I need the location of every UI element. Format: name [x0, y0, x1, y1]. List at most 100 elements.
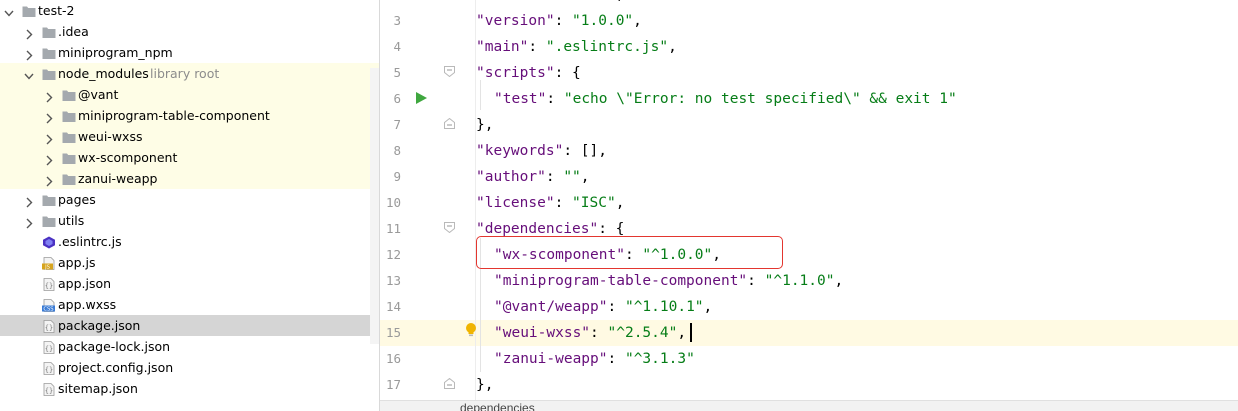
- tree-item-app-wxss[interactable]: CSS app.wxss: [0, 294, 380, 315]
- tree-item-label: node_modules: [58, 66, 149, 81]
- json-punctuation: },: [476, 377, 494, 393]
- tree-item-idea[interactable]: .idea: [0, 21, 380, 42]
- indent-guide: [480, 80, 481, 110]
- line-number: 8: [393, 143, 401, 158]
- tree-item-vant[interactable]: @vant: [0, 84, 380, 105]
- json-punctuation: ,: [703, 299, 713, 315]
- code-line[interactable]: "zanui-weapp": "^3.1.3": [494, 346, 695, 372]
- json-key: "test": [494, 91, 547, 107]
- code-line[interactable]: "version": "1.0.0",: [476, 8, 642, 34]
- tree-item-sitemap-json[interactable]: {} sitemap.json: [0, 378, 380, 399]
- json-key: "zanui-weapp": [494, 351, 608, 367]
- tree-item-zanui-weapp[interactable]: zanui-weapp: [0, 168, 380, 189]
- json-string: "1.0.0": [572, 13, 634, 29]
- json-punctuation: : {: [598, 221, 625, 237]
- code-line[interactable]: },: [476, 112, 493, 138]
- chevron-right-icon[interactable]: [24, 194, 34, 208]
- folder-icon: [62, 88, 76, 101]
- svg-text:{}: {}: [45, 282, 53, 290]
- fold-close-icon[interactable]: [444, 377, 455, 389]
- line-number: 16: [385, 351, 401, 366]
- breadcrumb-bar: dependencies: [380, 400, 1238, 411]
- code-line[interactable]: "author": "",: [476, 164, 590, 190]
- tree-item-node-modules[interactable]: node_modules library root: [0, 63, 380, 84]
- breadcrumb-dependencies[interactable]: dependencies: [460, 401, 535, 411]
- folder-icon: [42, 214, 56, 227]
- line-number: 3: [393, 13, 401, 28]
- line-number: 17: [385, 377, 401, 392]
- tree-item-miniprogram-npm[interactable]: miniprogram_npm: [0, 42, 380, 63]
- line-number: 12: [385, 247, 401, 262]
- code-line[interactable]: "weui-wxss": "^2.5.4",: [494, 320, 686, 346]
- json-string: "^1.10.1": [624, 299, 704, 315]
- chevron-right-icon[interactable]: [44, 152, 54, 166]
- tree-item-label: project.config.json: [58, 360, 174, 375]
- lightbulb-icon[interactable]: [465, 322, 477, 338]
- json-punctuation: :: [528, 39, 546, 55]
- chevron-right-icon[interactable]: [44, 110, 54, 124]
- code-line[interactable]: },: [476, 372, 493, 398]
- tree-item-app-js[interactable]: JS app.js: [0, 252, 380, 273]
- tree-item-label: sitemap.json: [58, 381, 138, 396]
- json-punctuation: :: [607, 351, 625, 367]
- fold-open-icon[interactable]: [444, 66, 455, 78]
- tree-item-label: weui-wxss: [78, 129, 143, 144]
- svg-text:JS: JS: [44, 264, 50, 270]
- json-key: "keywords": [476, 143, 564, 159]
- json-file-icon: {}: [42, 382, 56, 396]
- tree-item-utils[interactable]: utils: [0, 210, 380, 231]
- json-key: "version": [476, 13, 555, 29]
- json-file-icon: {}: [42, 277, 56, 291]
- json-file-icon: {}: [42, 361, 56, 375]
- svg-text:{}: {}: [45, 387, 53, 395]
- code-line[interactable]: "license": "ISC",: [476, 190, 624, 216]
- tree-item-miniprogram-table-component[interactable]: miniprogram-table-component: [0, 105, 380, 126]
- json-punctuation: :: [747, 273, 765, 289]
- folder-icon: [42, 46, 56, 59]
- tree-item-package-json[interactable]: {} package.json: [0, 315, 380, 336]
- tree-item-label: utils: [58, 213, 85, 228]
- tree-item-eslintrc-js[interactable]: .eslintrc.js: [0, 231, 380, 252]
- chevron-right-icon[interactable]: [44, 131, 54, 145]
- tree-item-test-2[interactable]: test-2: [0, 0, 380, 21]
- css-file-icon: CSS: [42, 298, 56, 312]
- json-string: "^1.1.0": [764, 273, 835, 289]
- tree-item-app-json[interactable]: {} app.json: [0, 273, 380, 294]
- highlight-annotation-box: [476, 236, 783, 269]
- fold-open-icon[interactable]: [444, 222, 455, 234]
- folder-icon: [62, 130, 76, 143]
- chevron-right-icon[interactable]: [24, 26, 34, 40]
- json-punctuation: : [],: [563, 143, 607, 159]
- folder-icon: [62, 151, 76, 164]
- json-string: "^2.5.4": [607, 325, 678, 341]
- code-line[interactable]: "scripts": {: [476, 60, 581, 86]
- json-punctuation: ,: [668, 39, 677, 55]
- chevron-right-icon[interactable]: [44, 89, 54, 103]
- chevron-down-icon[interactable]: [24, 68, 34, 80]
- tree-item-pages[interactable]: pages: [0, 189, 380, 210]
- chevron-right-icon[interactable]: [24, 215, 34, 229]
- svg-text:{}: {}: [45, 345, 53, 353]
- code-line[interactable]: "keywords": [],: [476, 138, 607, 164]
- code-line[interactable]: "@vant/weapp": "^1.10.1",: [494, 294, 712, 320]
- tree-item-label: .eslintrc.js: [58, 234, 122, 249]
- chevron-right-icon[interactable]: [24, 47, 34, 61]
- tree-item-project-config-json[interactable]: {} project.config.json: [0, 357, 380, 378]
- chevron-down-icon[interactable]: [4, 5, 14, 17]
- json-punctuation: :: [554, 13, 573, 29]
- code-line[interactable]: "test": "echo \"Error: no test specified…: [494, 86, 957, 112]
- code-line[interactable]: "miniprogram-table-component": "^1.1.0",: [494, 268, 843, 294]
- code-line[interactable]: "main": ".eslintrc.js",: [476, 34, 677, 60]
- run-script-icon[interactable]: [414, 91, 428, 105]
- tree-item-label: app.js: [58, 255, 96, 270]
- json-key: "miniprogram-table-component": [494, 273, 748, 289]
- tree-item-wx-scomponent[interactable]: wx-scomponent: [0, 147, 380, 168]
- chevron-right-icon[interactable]: [44, 173, 54, 187]
- tree-item-weui-wxss[interactable]: weui-wxss: [0, 126, 380, 147]
- tree-item-package-lock-json[interactable]: {} package-lock.json: [0, 336, 380, 357]
- json-punctuation: :: [607, 299, 625, 315]
- fold-close-icon[interactable]: [444, 117, 455, 129]
- tree-item-label: @vant: [78, 87, 119, 102]
- tree-item-label: package.json: [58, 318, 141, 333]
- tree-item-label: test-2: [38, 3, 75, 18]
